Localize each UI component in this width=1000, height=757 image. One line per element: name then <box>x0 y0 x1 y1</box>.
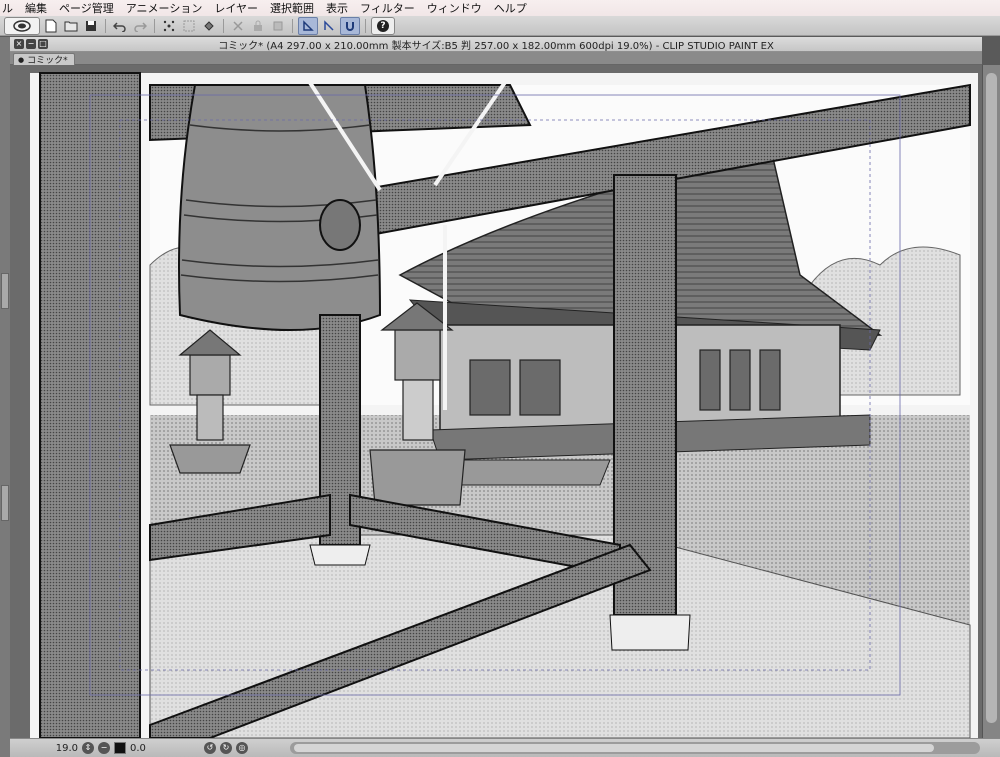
save-icon[interactable] <box>82 18 100 34</box>
canvas-area[interactable] <box>10 65 982 738</box>
rotate-left-icon[interactable]: ↺ <box>204 742 216 754</box>
redo-icon[interactable] <box>131 18 149 34</box>
undo-icon[interactable] <box>111 18 129 34</box>
document-title: コミック* (A4 297.00 x 210.00mm 製本サイズ:B5 判 2… <box>218 40 774 52</box>
zoom-out-icon[interactable]: − <box>98 742 110 754</box>
toolbar-separator <box>223 18 224 33</box>
fill-icon[interactable] <box>200 18 218 34</box>
scrollbar-thumb[interactable] <box>986 73 997 723</box>
horizontal-scrollbar[interactable] <box>290 742 980 754</box>
transform-icon[interactable] <box>160 18 178 34</box>
dock-handle[interactable] <box>1 273 9 309</box>
menu-filter[interactable]: フィルター <box>354 0 421 16</box>
command-bar: ? <box>0 16 1000 36</box>
menu-edit[interactable]: 編集 <box>19 0 53 16</box>
app-logo-icon[interactable] <box>4 16 40 35</box>
menu-file[interactable]: ル <box>0 0 19 16</box>
snap-icon[interactable] <box>320 18 338 34</box>
lock-icon[interactable] <box>249 18 267 34</box>
zoom-stepper-icon[interactable]: ⇕ <box>82 742 94 754</box>
help-icon[interactable]: ? <box>371 16 395 35</box>
open-folder-icon[interactable] <box>62 18 80 34</box>
selection-icon[interactable] <box>180 18 198 34</box>
document-title-bar: × − □ コミック* (A4 297.00 x 210.00mm 製本サイズ:… <box>10 37 982 52</box>
document-tab-bar: ● コミック* <box>10 52 982 66</box>
toolbar-separator <box>292 18 293 33</box>
rotation-angle-value[interactable]: 0.0 <box>130 743 160 754</box>
menu-animation[interactable]: アニメーション <box>120 0 209 16</box>
tab-close-icon[interactable]: ● <box>18 56 24 64</box>
manga-illustration <box>30 72 978 738</box>
magnet-icon[interactable] <box>340 16 360 35</box>
vertical-scrollbar[interactable] <box>982 65 1000 738</box>
menu-window[interactable]: ウィンドウ <box>421 0 488 16</box>
new-file-icon[interactable] <box>42 18 60 34</box>
status-bar: 19.0 ⇕ − 0.0 ↺ ↻ ◎ <box>10 738 1000 757</box>
menu-view[interactable]: 表示 <box>320 0 354 16</box>
toolbar-separator <box>105 18 106 33</box>
menu-selection[interactable]: 選択範囲 <box>264 0 320 16</box>
scrollbar-thumb[interactable] <box>294 744 934 752</box>
toolbar-separator <box>365 18 366 33</box>
minimize-icon[interactable]: − <box>26 39 36 49</box>
fit-icon[interactable] <box>114 742 126 754</box>
clear-icon[interactable] <box>229 18 247 34</box>
dock-handle[interactable] <box>1 485 9 521</box>
perspective-ruler-icon[interactable] <box>298 16 318 35</box>
menu-page-management[interactable]: ページ管理 <box>53 0 120 16</box>
menu-help[interactable]: ヘルプ <box>488 0 533 16</box>
layer-icon[interactable] <box>269 18 287 34</box>
menu-bar: ル 編集 ページ管理 アニメーション レイヤー 選択範囲 表示 フィルター ウィ… <box>0 0 1000 17</box>
maximize-icon[interactable]: □ <box>38 39 48 49</box>
close-icon[interactable]: × <box>14 39 24 49</box>
menu-layer[interactable]: レイヤー <box>208 0 264 16</box>
tab-comic[interactable]: ● コミック* <box>13 53 75 66</box>
toolbar-separator <box>154 18 155 33</box>
zoom-value[interactable]: 19.0 <box>48 743 78 754</box>
reset-rotation-icon[interactable]: ◎ <box>236 742 248 754</box>
rotate-right-icon[interactable]: ↻ <box>220 742 232 754</box>
